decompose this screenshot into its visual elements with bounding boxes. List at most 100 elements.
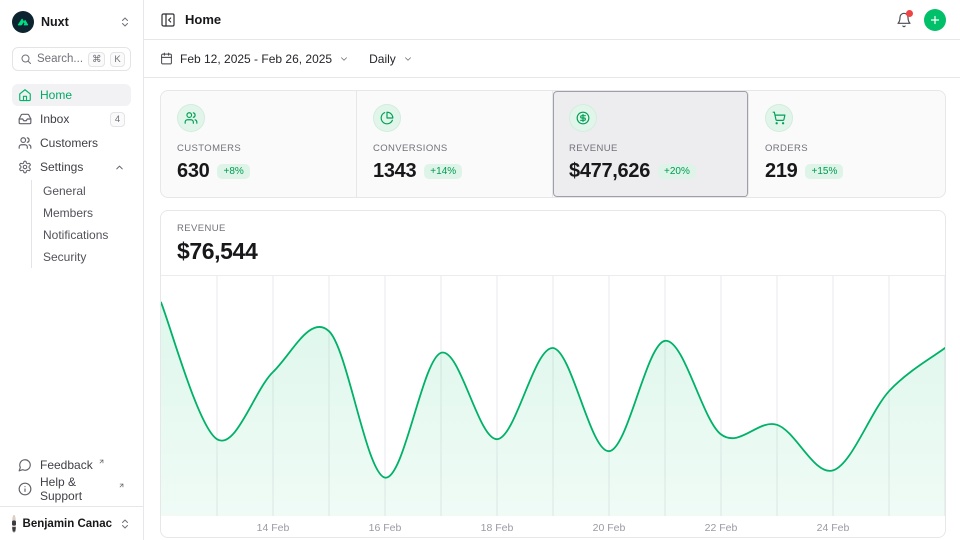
date-range-picker[interactable]: Feb 12, 2025 - Feb 26, 2025 bbox=[160, 52, 349, 66]
svg-text:22 Feb: 22 Feb bbox=[705, 522, 738, 534]
sidebar-item-inbox[interactable]: Inbox 4 bbox=[12, 108, 131, 130]
svg-text:20 Feb: 20 Feb bbox=[593, 522, 626, 534]
stats-row: CUSTOMERS 630 +8% CONVERSIONS 1343 +14% bbox=[160, 90, 946, 198]
date-range-label: Feb 12, 2025 - Feb 26, 2025 bbox=[180, 52, 332, 66]
nuxt-logo bbox=[12, 11, 34, 33]
chevrons-up-down-icon bbox=[119, 16, 131, 28]
search-shortcut-key: ⌘ bbox=[88, 52, 105, 67]
svg-text:14 Feb: 14 Feb bbox=[257, 522, 290, 534]
stat-chip bbox=[373, 104, 401, 132]
search-icon bbox=[20, 53, 32, 65]
person-icon bbox=[12, 517, 16, 533]
stat-label: CONVERSIONS bbox=[373, 143, 536, 154]
period-select[interactable]: Daily bbox=[369, 52, 413, 66]
inbox-icon bbox=[18, 112, 32, 126]
calendar-icon bbox=[160, 52, 173, 65]
sidebar-item-customers[interactable]: Customers bbox=[12, 132, 131, 154]
stat-value: $477,626 bbox=[569, 160, 650, 183]
stat-chip bbox=[569, 104, 597, 132]
stat-value: 219 bbox=[765, 160, 797, 183]
stat-delta-badge: +20% bbox=[658, 164, 696, 179]
chart-current-value: $76,544 bbox=[177, 238, 929, 265]
stat-delta-badge: +14% bbox=[424, 164, 462, 179]
panel-left-close-icon bbox=[160, 12, 176, 28]
sidebar-footer-nav: Feedback Help & Support bbox=[12, 454, 131, 506]
sidebar-item-settings[interactable]: Settings bbox=[12, 156, 131, 178]
sidebar-item-label: Settings bbox=[40, 160, 83, 174]
chevron-down-icon bbox=[339, 54, 349, 64]
inbox-count-badge: 4 bbox=[110, 112, 125, 127]
stat-label: REVENUE bbox=[569, 143, 732, 154]
stat-card-conversions[interactable]: CONVERSIONS 1343 +14% bbox=[357, 91, 553, 197]
sidebar-subitem-general[interactable]: General bbox=[32, 180, 131, 202]
footer-link-label: Help & Support bbox=[40, 475, 113, 503]
stat-card-revenue[interactable]: REVENUE $477,626 +20% bbox=[553, 91, 749, 197]
sidebar-nav: Home Inbox 4 Customers Settings General … bbox=[12, 84, 131, 268]
chevron-up-icon bbox=[114, 162, 125, 173]
info-circle-icon bbox=[18, 482, 32, 496]
stat-chip bbox=[765, 104, 793, 132]
sidebar: Nuxt Search... ⌘ K Home Inbox 4 Customer… bbox=[0, 0, 144, 540]
svg-text:16 Feb: 16 Feb bbox=[369, 522, 402, 534]
svg-text:18 Feb: 18 Feb bbox=[481, 522, 514, 534]
main-area: Home Feb 12, 2025 - Feb 26, 2025 Daily bbox=[144, 0, 960, 540]
users-icon bbox=[184, 111, 198, 125]
workspace-name: Nuxt bbox=[41, 15, 112, 29]
nuxt-logo-icon bbox=[16, 15, 30, 29]
home-icon bbox=[18, 88, 32, 102]
stat-value: 630 bbox=[177, 160, 209, 183]
shopping-cart-icon bbox=[772, 111, 786, 125]
avatar bbox=[12, 515, 16, 533]
chart-title: REVENUE bbox=[177, 223, 929, 234]
stat-chip bbox=[177, 104, 205, 132]
circle-dollar-icon bbox=[576, 111, 590, 125]
sidebar-item-label: Inbox bbox=[40, 112, 69, 126]
sidebar-collapse-button[interactable] bbox=[160, 12, 176, 28]
footer-link-label: Feedback bbox=[40, 458, 93, 472]
users-icon bbox=[18, 136, 32, 150]
stat-value: 1343 bbox=[373, 160, 416, 183]
chart-pie-icon bbox=[380, 111, 394, 125]
sidebar-subitem-members[interactable]: Members bbox=[32, 202, 131, 224]
stat-card-orders[interactable]: ORDERS 219 +15% bbox=[749, 91, 945, 197]
sidebar-spacer bbox=[12, 268, 131, 454]
stat-card-customers[interactable]: CUSTOMERS 630 +8% bbox=[161, 91, 357, 197]
chevron-down-icon bbox=[403, 54, 413, 64]
search-placeholder: Search... bbox=[37, 53, 83, 65]
stat-delta-badge: +15% bbox=[805, 164, 843, 179]
user-menu[interactable]: Benjamin Canac bbox=[0, 506, 143, 540]
sidebar-subitem-notifications[interactable]: Notifications bbox=[32, 224, 131, 246]
sidebar-item-label: Customers bbox=[40, 136, 98, 150]
notifications-button[interactable] bbox=[896, 12, 912, 28]
settings-submenu: General Members Notifications Security bbox=[31, 180, 131, 268]
plus-icon bbox=[929, 14, 941, 26]
topbar-actions bbox=[896, 9, 946, 31]
new-item-button[interactable] bbox=[924, 9, 946, 31]
content: CUSTOMERS 630 +8% CONVERSIONS 1343 +14% bbox=[144, 78, 960, 540]
external-link-icon bbox=[118, 482, 125, 489]
stat-label: ORDERS bbox=[765, 143, 929, 154]
chart-header: REVENUE $76,544 bbox=[161, 211, 945, 276]
chevrons-up-down-icon bbox=[119, 518, 131, 530]
stat-label: CUSTOMERS bbox=[177, 143, 340, 154]
sidebar-item-home[interactable]: Home bbox=[12, 84, 131, 106]
gear-icon bbox=[18, 160, 32, 174]
stat-delta-badge: +8% bbox=[217, 164, 249, 179]
topbar: Home bbox=[144, 0, 960, 40]
feedback-link[interactable]: Feedback bbox=[12, 454, 131, 476]
revenue-chart-card: REVENUE $76,544 14 Feb 16 Feb 18 Feb 20 Feb… bbox=[160, 210, 946, 538]
period-label: Daily bbox=[369, 52, 396, 66]
search-input[interactable]: Search... ⌘ K bbox=[12, 47, 131, 71]
svg-text:24 Feb: 24 Feb bbox=[817, 522, 850, 534]
workspace-switcher[interactable]: Nuxt bbox=[12, 10, 131, 34]
toolbar: Feb 12, 2025 - Feb 26, 2025 Daily bbox=[144, 40, 960, 78]
sidebar-item-label: Home bbox=[40, 88, 72, 102]
external-link-icon bbox=[98, 458, 105, 465]
revenue-chart[interactable]: 14 Feb 16 Feb 18 Feb 20 Feb 22 Feb 24 Feb bbox=[161, 276, 945, 537]
page-title: Home bbox=[185, 12, 221, 27]
chat-bubble-icon bbox=[18, 458, 32, 472]
sidebar-subitem-security[interactable]: Security bbox=[32, 246, 131, 268]
notification-dot bbox=[906, 10, 913, 17]
help-support-link[interactable]: Help & Support bbox=[12, 478, 131, 500]
user-name: Benjamin Canac bbox=[23, 518, 112, 530]
